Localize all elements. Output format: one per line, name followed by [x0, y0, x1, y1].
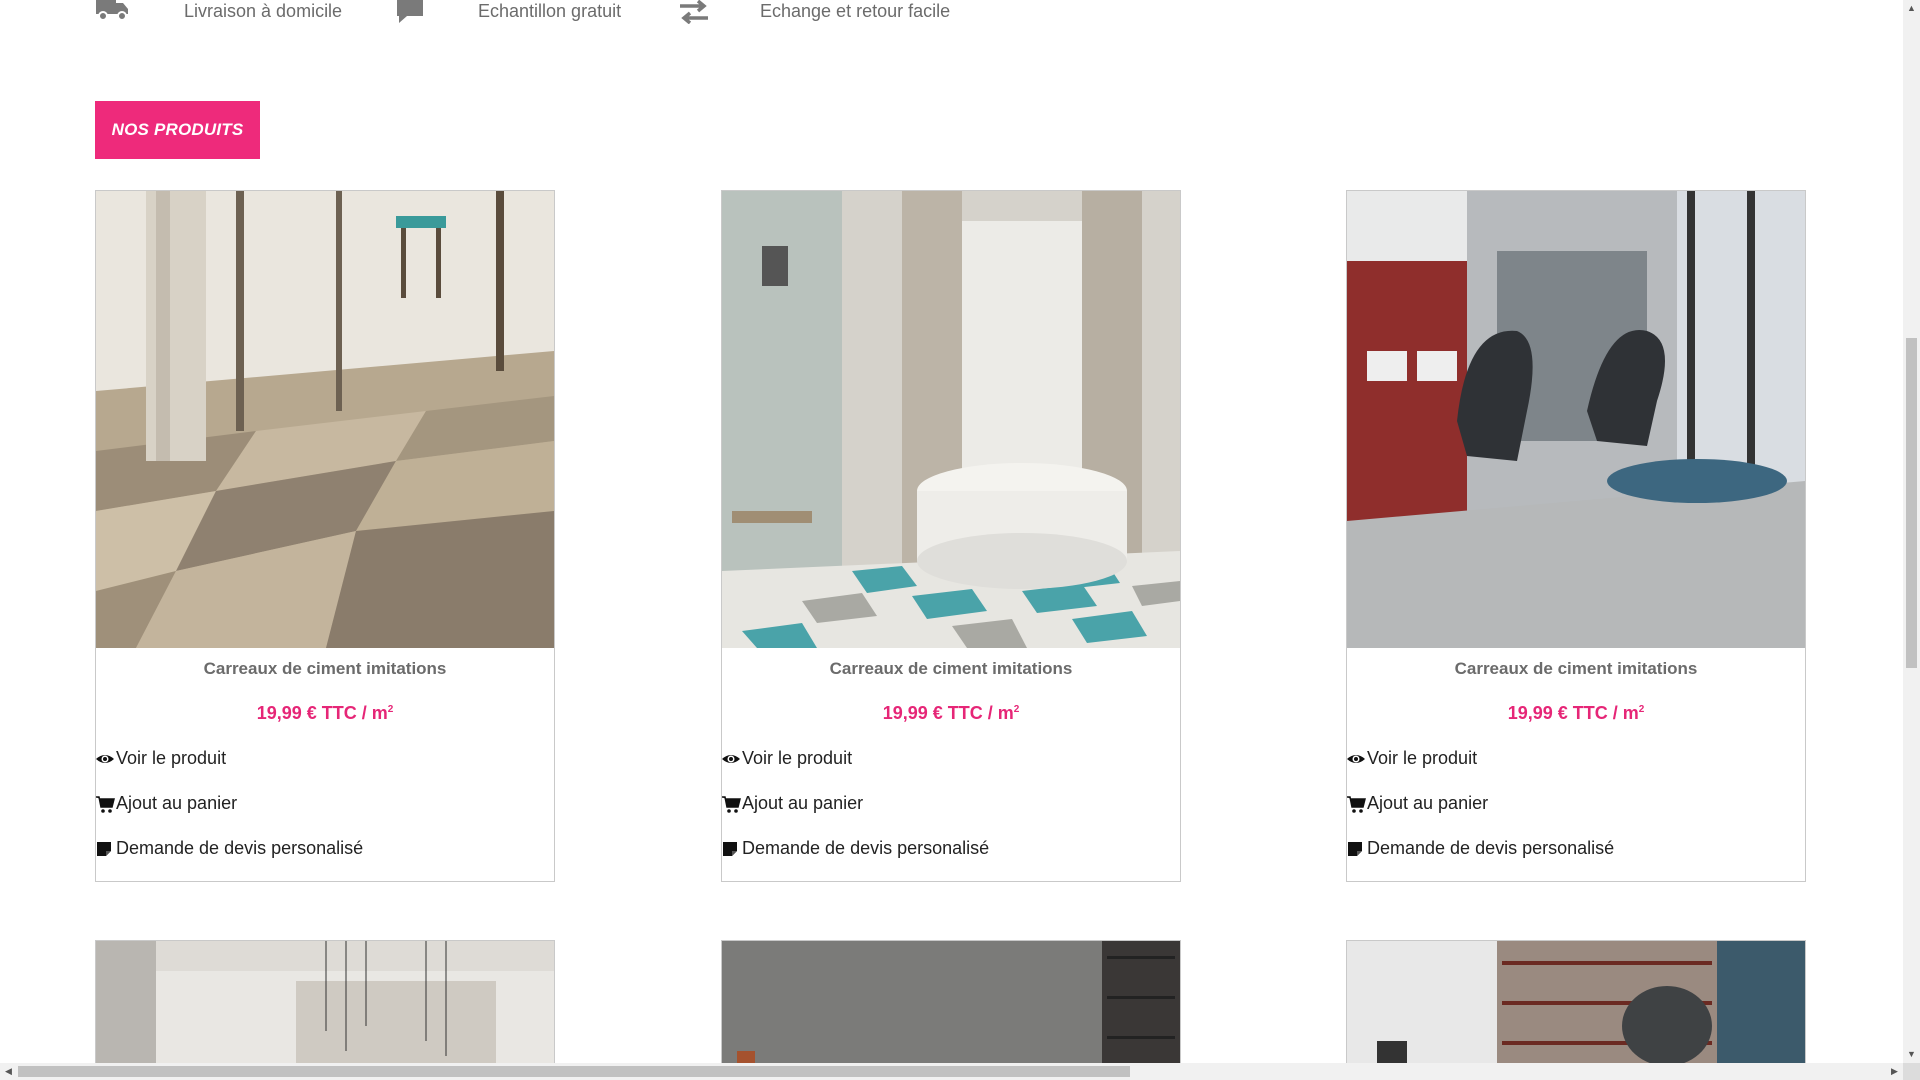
eye-icon — [721, 749, 741, 769]
price-value: 19,99 € TTC / m — [256, 703, 388, 723]
scrollbar-corner — [1903, 1063, 1920, 1080]
feature-label-return: Echange et retour facile — [760, 1, 951, 21]
view-product-link[interactable]: Voir le produit — [721, 748, 852, 769]
horizontal-scrollbar[interactable]: ◀ ▶ — [0, 1063, 1903, 1080]
product-image[interactable] — [96, 941, 554, 1080]
product-card-partial[interactable] — [95, 940, 555, 1080]
product-card: Carreaux de ciment imitations 19,99 € TT… — [721, 190, 1181, 882]
scroll-right-arrow-icon[interactable]: ▶ — [1886, 1063, 1903, 1080]
product-title[interactable]: Carreaux de ciment imitations — [722, 659, 1180, 679]
price-unit-exponent: 2 — [387, 704, 394, 715]
section-title-products: NOS PRODUITS — [95, 101, 260, 159]
eye-icon — [1346, 749, 1366, 769]
view-product-link[interactable]: Voir le produit — [95, 748, 226, 769]
horizontal-scroll-thumb[interactable] — [18, 1066, 1130, 1077]
add-to-cart-label: Ajout au panier — [116, 793, 238, 813]
price-value: 19,99 € TTC / m — [882, 703, 1014, 723]
view-product-label: Voir le produit — [1367, 748, 1478, 768]
vertical-scroll-thumb[interactable] — [1906, 338, 1917, 668]
product-price: 19,99 € TTC / m2 — [96, 703, 554, 724]
product-card-partial[interactable] — [1346, 940, 1806, 1080]
add-to-cart-label: Ajout au panier — [1367, 793, 1489, 813]
view-product-label: Voir le produit — [116, 748, 227, 768]
price-unit-exponent: 2 — [1638, 704, 1645, 715]
price-value: 19,99 € TTC / m — [1507, 703, 1639, 723]
scroll-left-arrow-icon[interactable]: ◀ — [0, 1063, 17, 1080]
add-to-cart-label: Ajout au panier — [742, 793, 864, 813]
product-image[interactable] — [96, 191, 554, 648]
feature-label-sample: Echantillon gratuit — [478, 1, 622, 21]
product-title[interactable]: Carreaux de ciment imitations — [1347, 659, 1805, 679]
view-product-label: Voir le produit — [742, 748, 853, 768]
product-image[interactable] — [722, 191, 1180, 648]
quote-request-label: Demande de devis personalisé — [742, 838, 990, 858]
quote-request-label: Demande de devis personalisé — [116, 838, 364, 858]
quote-request-link[interactable]: Demande de devis personalisé — [721, 838, 989, 859]
note-icon — [95, 839, 115, 859]
product-image[interactable] — [1347, 941, 1805, 1080]
price-unit-exponent: 2 — [1013, 704, 1020, 715]
cart-icon — [95, 794, 115, 814]
quote-request-label: Demande de devis personalisé — [1367, 838, 1615, 858]
quote-request-link[interactable]: Demande de devis personalisé — [95, 838, 363, 859]
product-image[interactable] — [722, 941, 1180, 1080]
note-icon — [721, 839, 741, 859]
truck-icon — [94, 0, 130, 24]
add-to-cart-link[interactable]: Ajout au panier — [721, 793, 863, 814]
product-title[interactable]: Carreaux de ciment imitations — [96, 659, 554, 679]
scroll-down-arrow-icon[interactable]: ▼ — [1903, 1046, 1920, 1063]
note-icon — [1346, 839, 1366, 859]
scroll-up-arrow-icon[interactable]: ▲ — [1903, 0, 1920, 17]
comment-icon — [395, 0, 431, 24]
cart-icon — [721, 794, 741, 814]
product-card: Carreaux de ciment imitations 19,99 € TT… — [95, 190, 555, 882]
product-card: Carreaux de ciment imitations 19,99 € TT… — [1346, 190, 1806, 882]
product-price: 19,99 € TTC / m2 — [722, 703, 1180, 724]
view-product-link[interactable]: Voir le produit — [1346, 748, 1477, 769]
product-card-partial[interactable] — [721, 940, 1181, 1080]
quote-request-link[interactable]: Demande de devis personalisé — [1346, 838, 1614, 859]
vertical-scrollbar[interactable]: ▲ ▼ — [1903, 0, 1920, 1063]
eye-icon — [95, 749, 115, 769]
product-image[interactable] — [1347, 191, 1805, 648]
add-to-cart-link[interactable]: Ajout au panier — [95, 793, 237, 814]
feature-label-delivery: Livraison à domicile — [184, 1, 343, 21]
cart-icon — [1346, 794, 1366, 814]
product-price: 19,99 € TTC / m2 — [1347, 703, 1805, 724]
add-to-cart-link[interactable]: Ajout au panier — [1346, 793, 1488, 814]
exchange-icon — [678, 0, 714, 25]
